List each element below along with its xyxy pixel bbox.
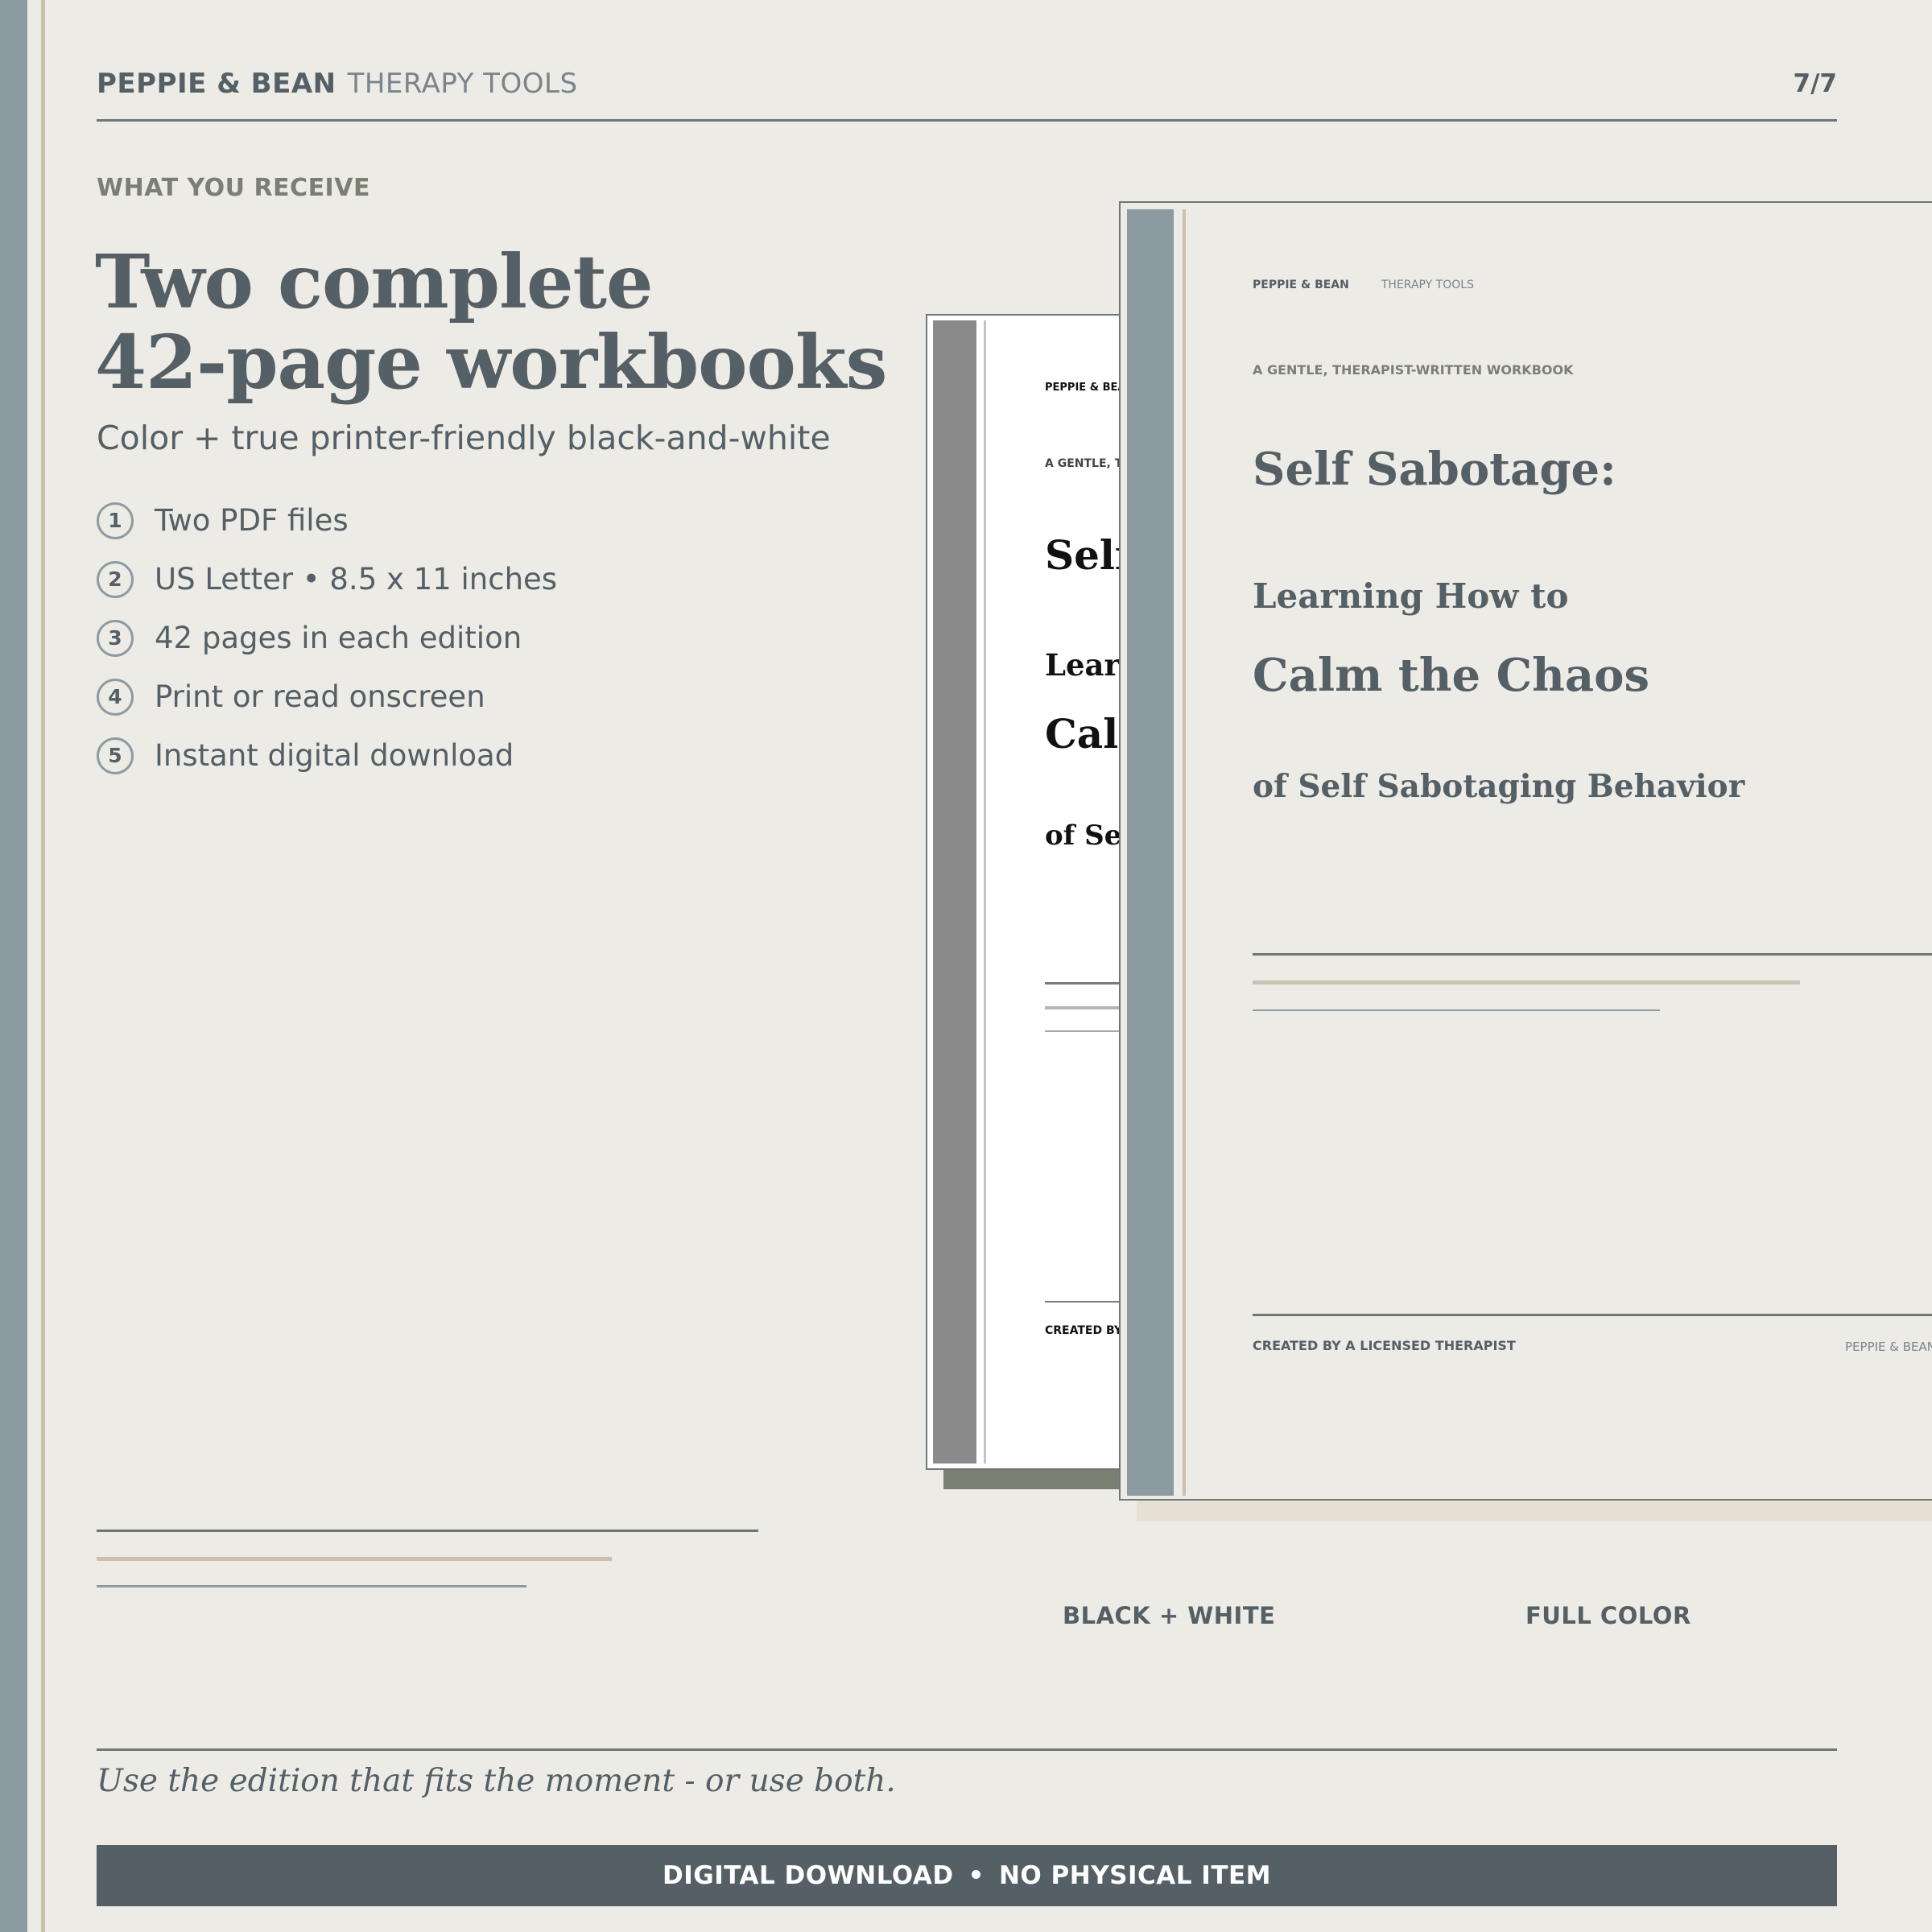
cover-spine-rule	[984, 320, 986, 1463]
feature-text: 42 pages in each edition	[155, 621, 522, 655]
cover-brand-subtitle: THERAPY TOOLS	[1381, 279, 1474, 291]
title-line-2: 42-page workbooks	[95, 319, 887, 406]
tagline: Use the edition that fits the moment - o…	[97, 1763, 896, 1799]
feature-item: 4 Print or read onscreen	[97, 667, 557, 726]
color-cover-shadow	[1137, 1497, 1932, 1521]
brand-name: PEPPIE & BEAN	[97, 68, 336, 100]
feature-item: 3 42 pages in each edition	[97, 609, 557, 667]
brand-header: PEPPIE & BEAN THERAPY TOOLS	[97, 68, 578, 100]
banner-text-right: NO PHYSICAL ITEM	[998, 1861, 1272, 1890]
header-divider	[97, 119, 1837, 122]
cover-tail: of Self Sabotaging Behavior	[1253, 768, 1745, 805]
bw-edition-caption: BLACK + WHITE	[1063, 1602, 1276, 1629]
cover-brand-name: PEPPIE & BEAN	[1253, 279, 1349, 291]
left-accent-bar	[0, 0, 27, 1932]
cover-spine-rule	[1183, 209, 1186, 1496]
banner-text-left: DIGITAL DOWNLOAD	[662, 1861, 954, 1890]
number-badge: 1	[97, 502, 134, 539]
feature-text: Two PDF files	[155, 503, 349, 538]
decorative-rule	[97, 1585, 526, 1587]
left-accent-rule	[41, 0, 45, 1932]
page-subtitle: Color + true printer-friendly black-and-…	[97, 419, 831, 457]
page-title: Two complete 42-page workbooks	[95, 242, 887, 402]
feature-text: Print or read onscreen	[155, 679, 485, 714]
cover-emphasis: Calm the Chaos	[1253, 649, 1650, 702]
cover-rule	[1253, 953, 1932, 956]
cover-eyebrow: A GENTLE, THERAPIST-WRITTEN WORKBOOK	[1253, 362, 1574, 378]
feature-item: 5 Instant digital download	[97, 726, 557, 785]
cover-rule	[1253, 1314, 1932, 1316]
color-edition-caption: FULL COLOR	[1525, 1602, 1691, 1629]
brand-subtitle: THERAPY TOOLS	[347, 68, 578, 100]
bullet-separator: •	[968, 1861, 985, 1890]
number-badge: 4	[97, 678, 134, 716]
bw-cover-shadow	[943, 1467, 1137, 1489]
cover-lead: Learning How to	[1253, 576, 1569, 616]
bw-cover-mockup: PEPPIE & BEAN A GENTLE, TH Self Learn Ca…	[926, 314, 1143, 1470]
cover-footer: CREATED BY A LICENSED THERAPIST	[1253, 1338, 1516, 1353]
cover-rule	[1253, 980, 1800, 985]
decorative-rule	[97, 1557, 612, 1561]
cover-spine-bar	[933, 320, 976, 1463]
cover-brand: PEPPIE & BEAN THERAPY TOOLS	[1253, 279, 1474, 291]
download-banner: DIGITAL DOWNLOAD • NO PHYSICAL ITEM	[97, 1845, 1837, 1906]
cover-footer-brand: PEPPIE & BEAN	[1845, 1340, 1932, 1354]
footer-divider	[97, 1748, 1837, 1751]
number-badge: 2	[97, 560, 134, 598]
cover-spine-bar	[1127, 209, 1174, 1496]
number-badge: 3	[97, 619, 134, 657]
decorative-rule	[97, 1530, 758, 1532]
cover-title: Self Sabotage:	[1253, 443, 1616, 496]
feature-item: 1 Two PDF files	[97, 491, 557, 550]
section-eyebrow: WHAT YOU RECEIVE	[97, 174, 370, 202]
title-line-1: Two complete	[95, 238, 654, 325]
feature-item: 2 US Letter • 8.5 x 11 inches	[97, 550, 557, 609]
cover-footer: CREATED BY	[1045, 1324, 1123, 1337]
page-indicator: 7/7	[1793, 69, 1837, 98]
feature-text: Instant digital download	[155, 738, 514, 773]
color-cover-mockup: PEPPIE & BEAN THERAPY TOOLS A GENTLE, THE…	[1119, 201, 1932, 1501]
number-badge: 5	[97, 737, 134, 774]
cover-rule	[1253, 1009, 1660, 1011]
feature-text: US Letter • 8.5 x 11 inches	[155, 562, 558, 597]
feature-list: 1 Two PDF files 2 US Letter • 8.5 x 11 inc…	[97, 491, 557, 785]
